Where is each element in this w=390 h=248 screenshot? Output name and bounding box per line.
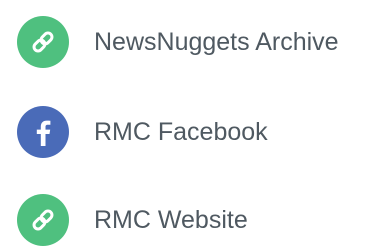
link-label: RMC Website xyxy=(94,205,248,234)
facebook-icon xyxy=(17,106,69,158)
link-icon xyxy=(17,194,69,246)
link-rmc-facebook[interactable]: RMC Facebook xyxy=(17,106,268,158)
link-newsnuggets-archive[interactable]: NewsNuggets Archive xyxy=(17,16,339,68)
link-list: NewsNuggets Archive RMC Facebook RMC Web… xyxy=(0,0,390,248)
link-label: NewsNuggets Archive xyxy=(94,27,339,56)
link-rmc-website[interactable]: RMC Website xyxy=(17,194,248,246)
link-label: RMC Facebook xyxy=(94,117,268,146)
link-icon xyxy=(17,16,69,68)
